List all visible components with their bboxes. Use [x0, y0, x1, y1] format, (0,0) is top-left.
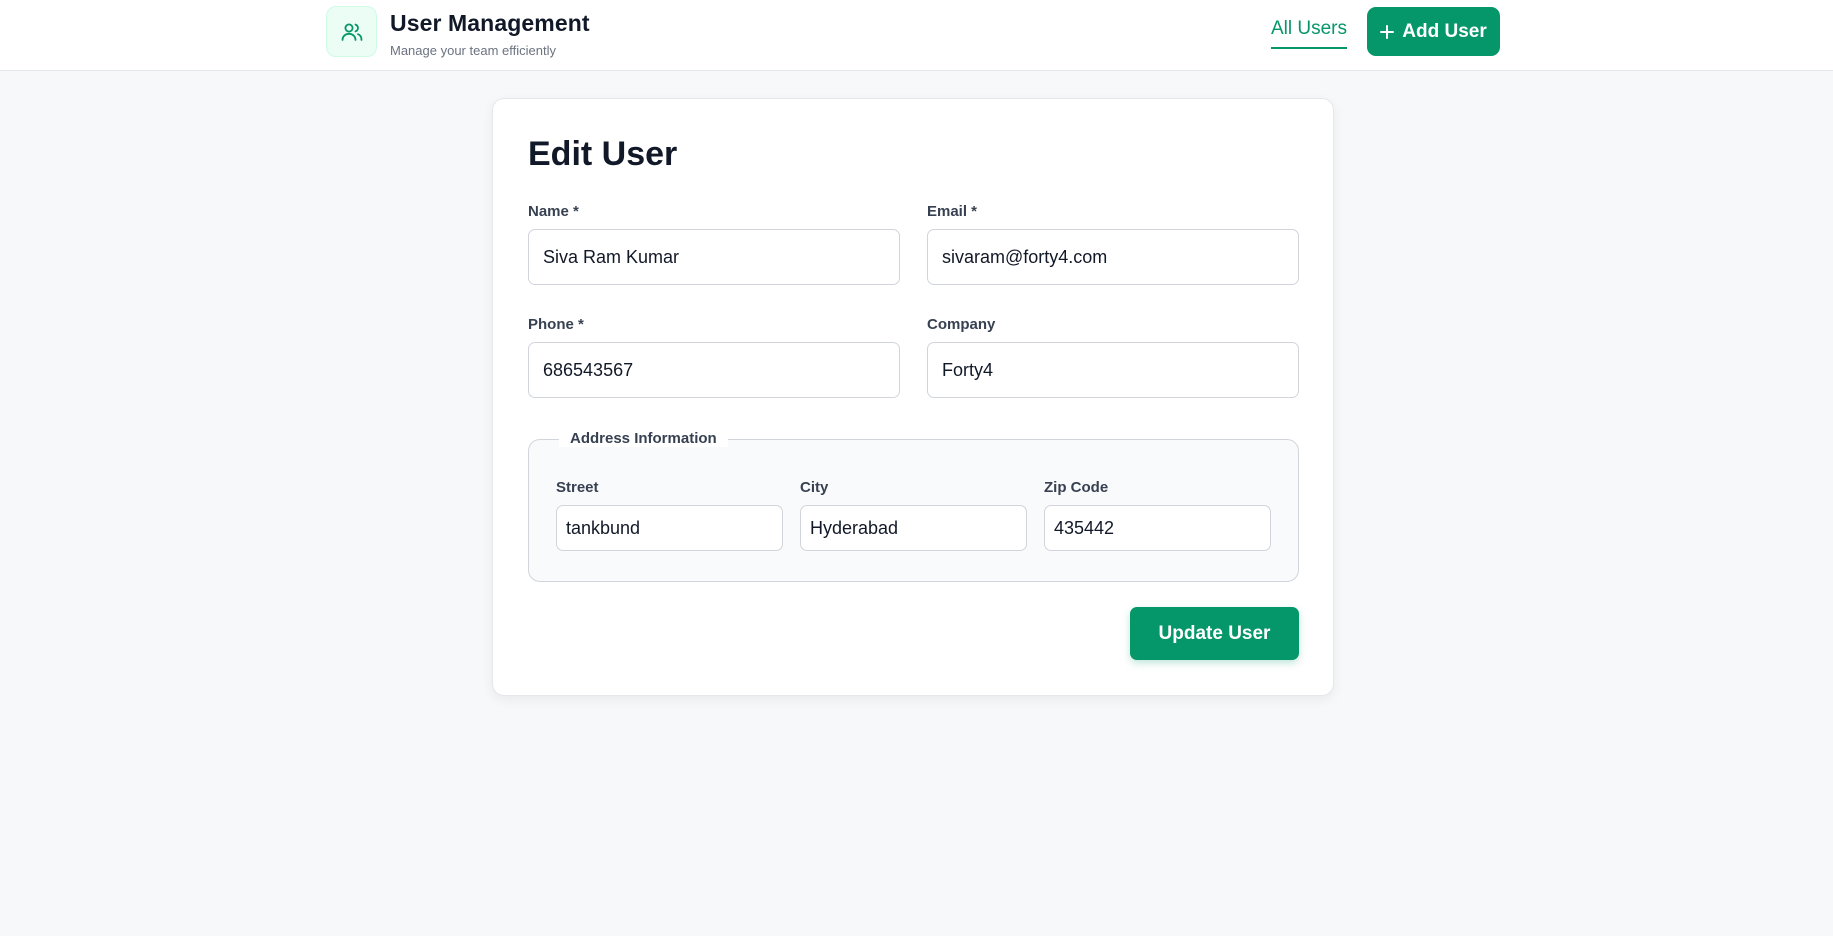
users-icon [326, 6, 377, 57]
page-title: Edit User [528, 135, 678, 173]
city-label: City [800, 479, 829, 496]
street-label: Street [556, 479, 599, 496]
edit-user-card: Edit User Name * Email * Phone * Company… [492, 98, 1334, 696]
name-input[interactable] [528, 229, 900, 285]
name-label: Name * [528, 203, 579, 220]
email-field-group: Email * [927, 203, 1299, 285]
email-label: Email * [927, 203, 978, 220]
zip-field-group: Zip Code [1044, 479, 1271, 551]
update-user-button[interactable]: Update User [1130, 607, 1299, 660]
app-title: User Management [390, 10, 590, 36]
name-field-group: Name * [528, 203, 900, 285]
company-input[interactable] [927, 342, 1299, 398]
street-input[interactable] [556, 505, 783, 551]
app-subtitle: Manage your team efficiently [390, 43, 556, 58]
add-user-label: Add User [1402, 20, 1487, 42]
city-field-group: City [800, 479, 1027, 551]
city-input[interactable] [800, 505, 1027, 551]
phone-input[interactable] [528, 342, 900, 398]
phone-field-group: Phone * [528, 316, 900, 398]
nav-all-users-link[interactable]: All Users [1271, 18, 1348, 49]
phone-label: Phone * [528, 316, 584, 333]
zip-label: Zip Code [1044, 479, 1109, 496]
street-field-group: Street [556, 479, 783, 551]
brand: User Management Manage your team efficie… [326, 6, 590, 58]
zip-input[interactable] [1044, 505, 1271, 551]
company-field-group: Company [927, 316, 1299, 398]
address-legend: Address Information [559, 430, 728, 447]
email-input[interactable] [927, 229, 1299, 285]
address-fieldset: Address Information Street City Zip Code [528, 430, 1299, 582]
add-user-button[interactable]: Add User [1367, 7, 1500, 56]
company-label: Company [927, 316, 996, 333]
plus-icon [1380, 24, 1395, 39]
app-header: User Management Manage your team efficie… [0, 0, 1833, 71]
